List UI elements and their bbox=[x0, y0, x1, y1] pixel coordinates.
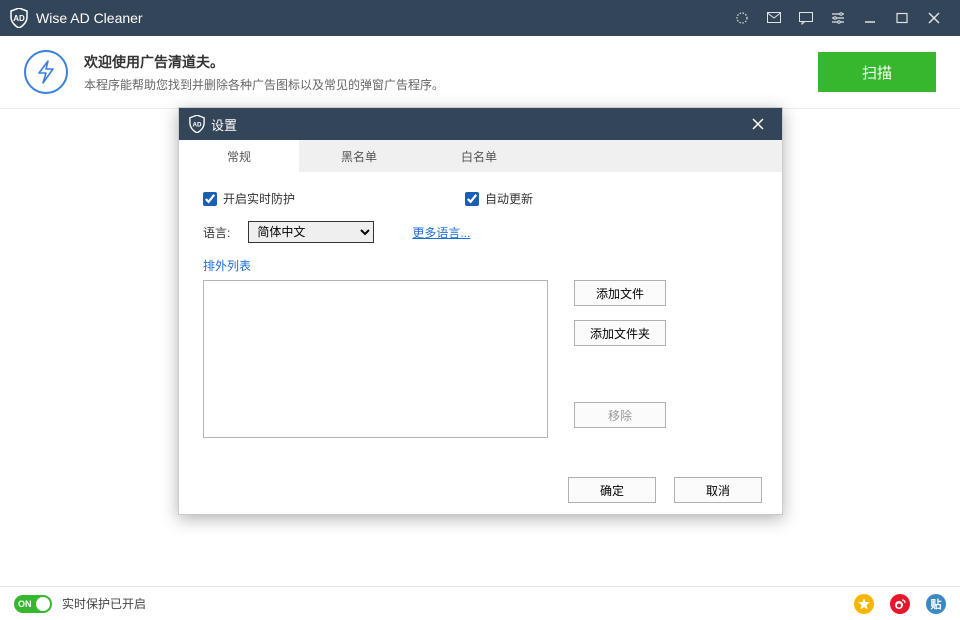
welcome-desc: 本程序能帮助您找到并删除各种广告图标以及常见的弹窗广告程序。 bbox=[84, 76, 444, 93]
dialog-shield-icon: AD bbox=[189, 115, 205, 133]
remove-button[interactable]: 移除 bbox=[574, 402, 666, 428]
cancel-button[interactable]: 取消 bbox=[674, 477, 762, 503]
realtime-label: 开启实时防护 bbox=[223, 190, 295, 207]
welcome-title: 欢迎使用广告清道夫。 bbox=[84, 52, 444, 72]
svg-text:AD: AD bbox=[13, 14, 25, 23]
svg-text:AD: AD bbox=[193, 122, 202, 129]
dialog-body: 开启实时防护 自动更新 语言: 简体中文 更多语言... 排外列表 添加文件 添… bbox=[179, 172, 782, 466]
dialog-close-icon[interactable] bbox=[744, 108, 772, 140]
dialog-tabs: 常规 黑名单 白名单 bbox=[179, 140, 782, 172]
mail-icon[interactable] bbox=[758, 0, 790, 36]
tab-whitelist[interactable]: 白名单 bbox=[419, 140, 539, 172]
scan-button[interactable]: 扫描 bbox=[818, 52, 936, 92]
ok-button[interactable]: 确定 bbox=[568, 477, 656, 503]
status-bar: ON 实时保护已开启 贴 bbox=[0, 586, 960, 620]
autoupdate-label: 自动更新 bbox=[485, 190, 533, 207]
header-text: 欢迎使用广告清道夫。 本程序能帮助您找到并删除各种广告图标以及常见的弹窗广告程序… bbox=[84, 52, 444, 93]
exclusion-label: 排外列表 bbox=[203, 257, 758, 274]
autoupdate-checkbox-input[interactable] bbox=[465, 192, 479, 206]
app-shield-icon: AD bbox=[10, 8, 28, 28]
more-language-link[interactable]: 更多语言... bbox=[412, 224, 470, 241]
dialog-footer: 确定 取消 bbox=[179, 466, 782, 514]
tab-blacklist[interactable]: 黑名单 bbox=[299, 140, 419, 172]
minimize-icon[interactable] bbox=[854, 0, 886, 36]
realtime-checkbox[interactable]: 开启实时防护 bbox=[203, 190, 295, 207]
exclusion-listbox[interactable] bbox=[203, 280, 548, 438]
add-file-button[interactable]: 添加文件 bbox=[574, 280, 666, 306]
language-label: 语言: bbox=[203, 224, 230, 241]
star-icon[interactable] bbox=[854, 594, 874, 614]
add-folder-button[interactable]: 添加文件夹 bbox=[574, 320, 666, 346]
autoupdate-checkbox[interactable]: 自动更新 bbox=[465, 190, 533, 207]
status-label: 实时保护已开启 bbox=[62, 595, 146, 612]
header-area: 欢迎使用广告清道夫。 本程序能帮助您找到并删除各种广告图标以及常见的弹窗广告程序… bbox=[0, 36, 960, 109]
maximize-icon[interactable] bbox=[886, 0, 918, 36]
close-icon[interactable] bbox=[918, 0, 950, 36]
realtime-checkbox-input[interactable] bbox=[203, 192, 217, 206]
toggle-on-label: ON bbox=[18, 599, 32, 609]
tieba-icon[interactable]: 贴 bbox=[926, 594, 946, 614]
dialog-title: 设置 bbox=[211, 115, 237, 134]
settings-icon[interactable] bbox=[822, 0, 854, 36]
dialog-titlebar: AD 设置 bbox=[179, 108, 782, 140]
language-select[interactable]: 简体中文 bbox=[248, 221, 374, 243]
tab-general[interactable]: 常规 bbox=[179, 140, 299, 172]
main-titlebar: AD Wise AD Cleaner bbox=[0, 0, 960, 36]
theme-icon[interactable] bbox=[726, 0, 758, 36]
settings-dialog: AD 设置 常规 黑名单 白名单 开启实时防护 自动更新 语言: 简体中文 更 bbox=[178, 107, 783, 515]
feedback-icon[interactable] bbox=[790, 0, 822, 36]
weibo-icon[interactable] bbox=[890, 594, 910, 614]
realtime-toggle[interactable]: ON bbox=[14, 595, 52, 613]
app-title: Wise AD Cleaner bbox=[36, 10, 143, 26]
bolt-icon bbox=[24, 50, 68, 94]
